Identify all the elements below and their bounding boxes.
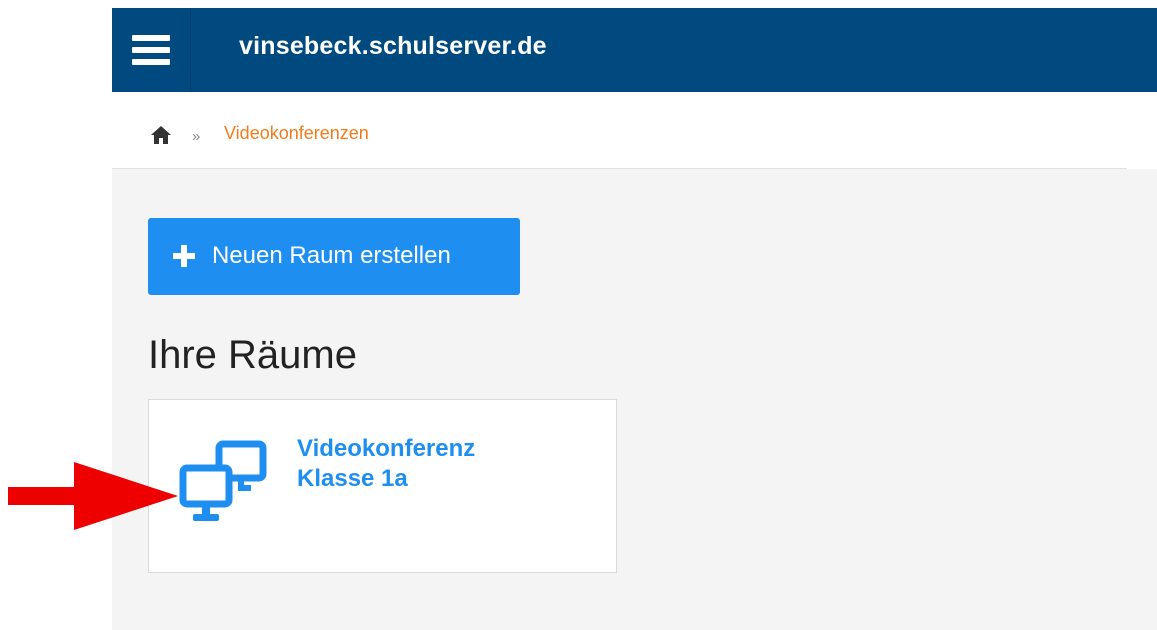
new-room-button-label: Neuen Raum erstellen: [212, 242, 451, 269]
breadcrumb-current[interactable]: Videokonferenzen: [224, 123, 369, 144]
room-name-line-1: Videokonferenz: [297, 435, 476, 462]
page: vinsebeck.schulserver.de » Videokonferen…: [0, 0, 1157, 630]
top-navbar: vinsebeck.schulserver.de: [112, 8, 1157, 92]
new-room-button[interactable]: Neuen Raum erstellen: [148, 218, 520, 295]
hamburger-menu-icon: [132, 35, 170, 41]
breadcrumb: » Videokonferenzen: [112, 92, 1127, 169]
room-name[interactable]: Videokonferenz Klasse 1a: [297, 434, 475, 494]
hamburger-menu-icon-bar-3: [132, 59, 170, 65]
plus-icon: [173, 245, 195, 267]
room-name-line-2: Klasse 1a: [297, 465, 408, 492]
home-icon[interactable]: [150, 125, 172, 145]
breadcrumb-separator: »: [192, 128, 201, 145]
hamburger-menu-icon-bar-2: [132, 47, 170, 53]
hamburger-menu-button[interactable]: [112, 8, 191, 92]
room-card[interactable]: Videokonferenz Klasse 1a: [148, 399, 617, 573]
section-title: Ihre Räume: [148, 333, 357, 377]
main-content: Neuen Raum erstellen Ihre Räume Videokon…: [112, 169, 1157, 630]
red-arrow-icon: [8, 462, 178, 530]
monitors-icon: [179, 440, 267, 521]
site-title[interactable]: vinsebeck.schulserver.de: [239, 32, 547, 61]
